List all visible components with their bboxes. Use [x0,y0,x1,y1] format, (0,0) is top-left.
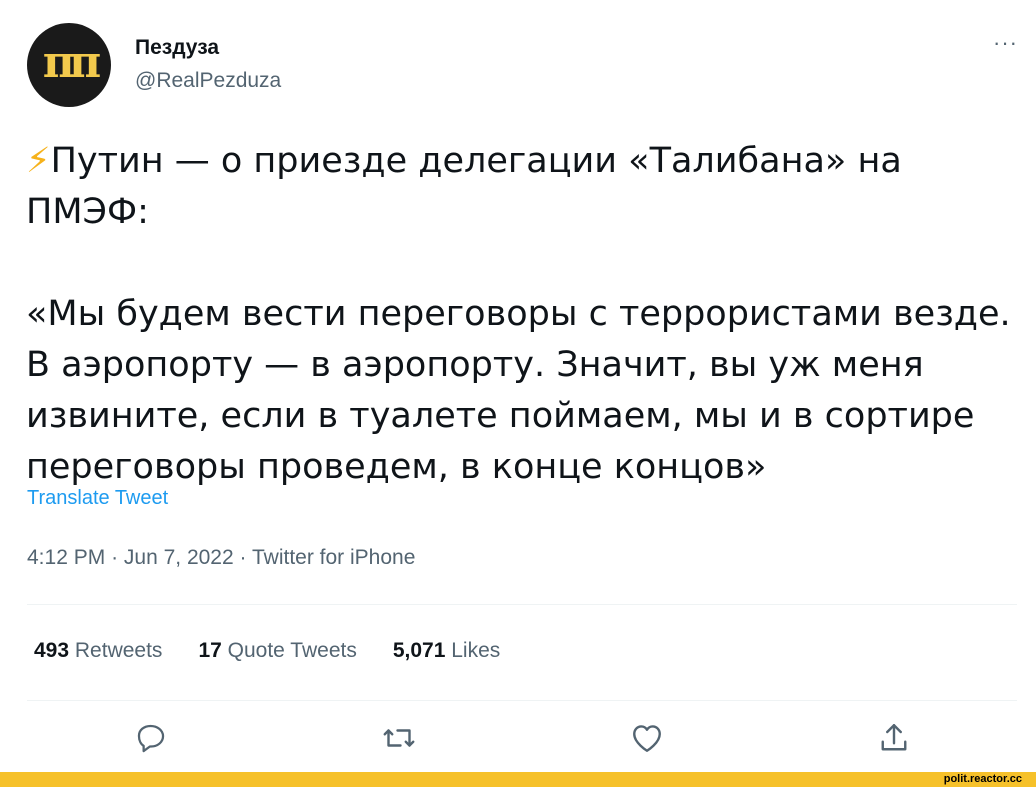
avatar[interactable]: пп [27,23,111,107]
tweet-source[interactable]: Twitter for iPhone [252,546,415,569]
reply-button[interactable] [131,718,171,758]
tweet-body: Путин — о приезде делегации «Талибана» н… [26,141,1011,487]
quote-count: 17 [198,639,222,662]
reply-icon [137,724,165,753]
stat-retweets[interactable]: 493 Retweets [34,639,162,663]
author-handle[interactable]: @RealPezduza [135,69,281,93]
share-icon [881,724,907,751]
action-bar [0,712,1036,768]
meta-separator: · [111,546,119,569]
retweet-icon [383,729,415,747]
retweet-count: 493 [34,639,70,662]
divider [27,604,1017,605]
share-button[interactable] [874,718,914,758]
translate-tweet-link[interactable]: Translate Tweet [27,487,168,510]
author-display-name[interactable]: Пездуза [135,36,219,60]
avatar-logo: пп [42,37,101,88]
lightning-icon: ⚡ [26,141,51,181]
retweet-button[interactable] [379,718,419,758]
tweet-text: ⚡Путин — о приезде делегации «Талибана» … [26,136,1016,493]
tweet-time[interactable]: 4:12 PM [27,546,105,569]
tweet-date[interactable]: Jun 7, 2022 [124,546,234,569]
meta-separator: · [239,546,247,569]
like-count: 5,071 [392,639,446,662]
stat-quote-tweets[interactable]: 17 Quote Tweets [198,639,356,663]
watermark-text[interactable]: polit.reactor.cc [944,772,1022,787]
divider [27,700,1017,701]
like-button[interactable] [627,718,667,758]
tweet-meta: 4:12 PM · Jun 7, 2022 · Twitter for iPho… [27,546,415,570]
retweet-label: Retweets [74,639,163,662]
watermark-bar: polit.reactor.cc [0,772,1036,787]
stat-likes[interactable]: 5,071 Likes [393,639,500,663]
tweet-stats: 493 Retweets 17 Quote Tweets 5,071 Likes [34,639,500,663]
quote-label: Quote Tweets [227,639,357,662]
more-options-icon[interactable]: ··· [993,30,1018,56]
heart-icon [633,725,661,752]
like-label: Likes [451,639,501,662]
